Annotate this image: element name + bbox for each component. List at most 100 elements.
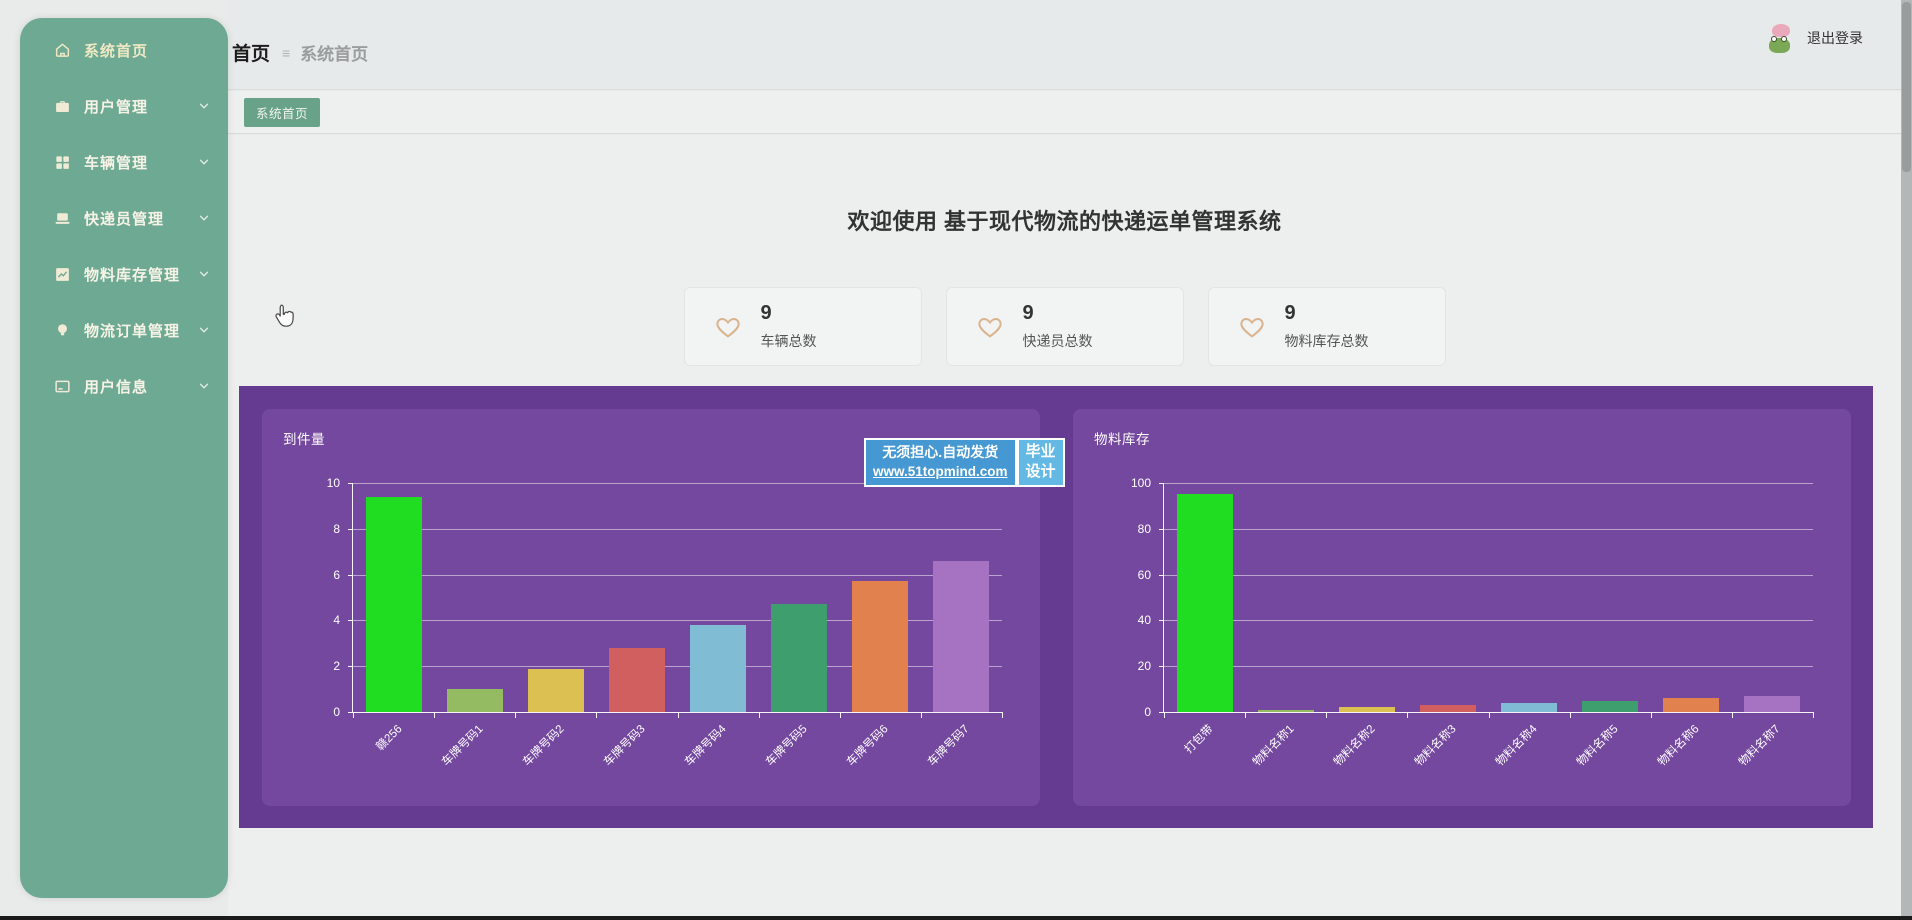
heart-icon [713,312,743,342]
y-tick-label: 60 [1138,568,1151,582]
logout-button[interactable]: 退出登录 [1807,28,1863,48]
sidebar-item-物流订单管理[interactable]: 物流订单管理 [20,302,228,358]
sidebar: 系统首页用户管理车辆管理快递员管理物料库存管理物流订单管理用户信息 [20,18,228,898]
x-tick-mark [434,712,435,718]
x-tick-mark [353,712,354,718]
chart-title-arrivals: 到件量 [283,428,325,448]
chart-bar [528,669,584,713]
y-tick-mark [348,529,353,530]
x-tick-mark [1407,712,1408,718]
sidebar-item-label: 快递员管理 [84,208,198,229]
x-tick-mark [678,712,679,718]
home-icon [53,41,71,59]
y-tick-label: 80 [1138,522,1151,536]
avatar[interactable] [1765,23,1795,53]
y-tick-label: 2 [333,659,340,673]
stat-label: 快递员总数 [1023,331,1093,351]
sidebar-item-label: 物料库存管理 [84,264,198,285]
sidebar-item-用户管理[interactable]: 用户管理 [20,78,228,134]
x-tick-mark [1570,712,1571,718]
y-tick-label: 6 [333,568,340,582]
y-tick-mark [348,620,353,621]
x-tick-mark [921,712,922,718]
x-axis-label: 打包带 [1205,721,1240,737]
chart-bar [1258,710,1314,712]
x-axis-label: 赣256 [394,721,425,737]
x-axis-label: 物料名称3 [1448,721,1500,737]
y-tick-mark [1159,529,1164,530]
chart-bar [1177,494,1233,712]
heart-icon [975,312,1005,342]
breadcrumb-home[interactable]: 首页 [232,39,270,66]
stat-card: 9车辆总数 [684,287,922,366]
avatar-eye [1781,36,1787,42]
y-tick-mark [1159,575,1164,576]
laptop-icon [53,209,71,227]
x-axis-label: 车牌号码3 [637,721,689,737]
bar-chart-arrivals: 0246810赣256车牌号码1车牌号码2车牌号码3车牌号码4车牌号码5车牌号码… [352,483,1002,713]
x-axis-label: 物料名称6 [1691,721,1743,737]
sidebar-item-label: 车辆管理 [84,152,198,173]
sidebar-item-label: 用户信息 [84,376,198,397]
sidebar-item-label: 系统首页 [84,40,210,61]
y-tick-label: 8 [333,522,340,536]
y-tick-mark [1159,620,1164,621]
chevron-down-icon [198,380,210,392]
heart-icon [1237,312,1267,342]
chevron-down-icon [198,212,210,224]
chevron-down-icon [198,100,210,112]
x-axis-label: 物料名称7 [1772,721,1824,737]
breadcrumb: 首页 ≡ 系统首页 [232,39,368,66]
chevron-down-icon [198,268,210,280]
chart-bar [1339,707,1395,712]
y-tick-mark [1159,483,1164,484]
gridline [1164,666,1813,667]
chart-bar [690,625,746,712]
chart-icon [53,265,71,283]
watermark-line1: 无须担心.自动发货 [873,442,1008,462]
stat-card: 9快递员总数 [946,287,1184,366]
tab-system-home[interactable]: 系统首页 [244,98,320,127]
sidebar-item-用户信息[interactable]: 用户信息 [20,358,228,414]
chart-bar [447,689,503,712]
x-tick-mark [1245,712,1246,718]
sidebar-nav: 系统首页用户管理车辆管理快递员管理物料库存管理物流订单管理用户信息 [20,18,228,414]
breadcrumb-separator-icon: ≡ [282,45,290,61]
bar-chart-inventory: 020406080100打包带物料名称1物料名称2物料名称3物料名称4物料名称5… [1163,483,1813,713]
scrollbar[interactable] [1901,0,1912,920]
watermark-url: www.51topmind.com [873,462,1008,482]
sidebar-item-系统首页[interactable]: 系统首页 [20,22,228,78]
x-tick-mark [1164,712,1165,718]
chart-bar [1501,703,1557,712]
main-content: 欢迎使用 基于现代物流的快递运单管理系统 9车辆总数9快递员总数9物料库存总数 … [228,135,1901,916]
stat-card: 9物料库存总数 [1208,287,1446,366]
avatar-pink-hat [1772,24,1790,37]
scrollbar-thumb[interactable] [1902,2,1911,172]
gridline [353,529,1002,530]
card-icon [53,377,71,395]
user-area: 退出登录 [1765,23,1863,53]
x-tick-mark [596,712,597,718]
sidebar-item-车辆管理[interactable]: 车辆管理 [20,134,228,190]
page-title: 欢迎使用 基于现代物流的快递运单管理系统 [228,204,1901,236]
stat-text: 9快递员总数 [1023,302,1093,351]
watermark-badge: 毕业 设计 [1017,438,1065,487]
bottom-edge [0,916,1912,920]
x-tick-mark [515,712,516,718]
x-tick-mark [1002,712,1003,718]
x-axis-label: 物料名称2 [1367,721,1419,737]
y-tick-label: 4 [333,613,340,627]
sidebar-item-快递员管理[interactable]: 快递员管理 [20,190,228,246]
gridline [353,575,1002,576]
sidebar-item-物料库存管理[interactable]: 物料库存管理 [20,246,228,302]
y-tick-label: 0 [1144,705,1151,719]
gridline [1164,483,1813,484]
grid-icon [53,153,71,171]
x-axis-label: 车牌号码4 [718,721,770,737]
watermark-badge-line1: 毕业 [1026,442,1056,462]
stat-text: 9物料库存总数 [1285,302,1369,351]
sidebar-item-label: 用户管理 [84,96,198,117]
x-tick-mark [1813,712,1814,718]
x-axis-label: 车牌号码6 [880,721,932,737]
x-axis-label: 物料名称5 [1610,721,1662,737]
